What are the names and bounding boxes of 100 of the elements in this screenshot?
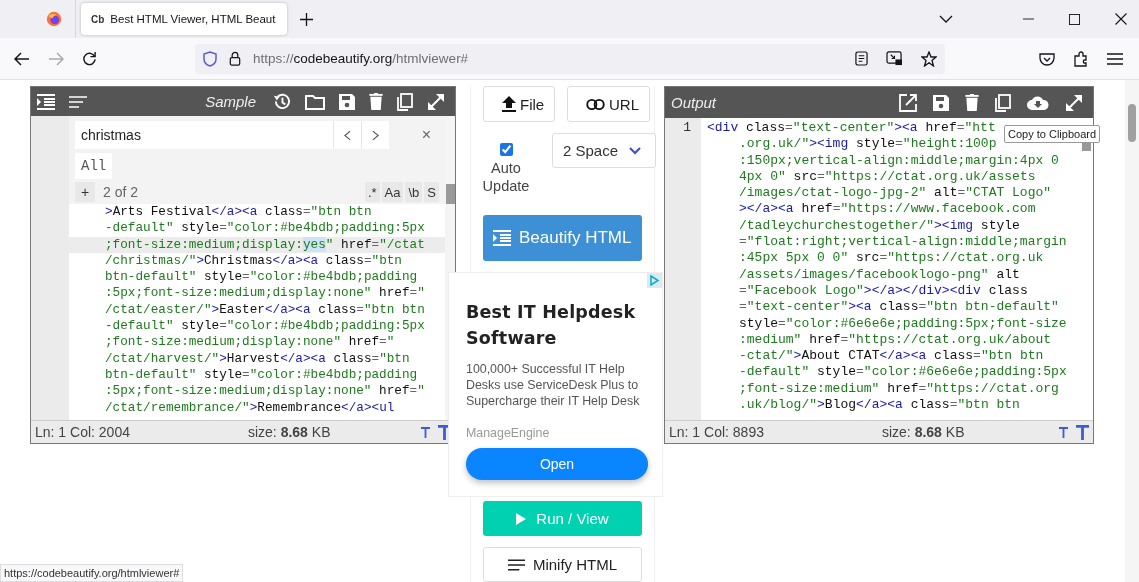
cursor-position: Ln: 1 Col: 8893 bbox=[669, 424, 764, 440]
code-line: /ctat/easter/">Easter</a><a class="btn btn bbox=[104, 301, 426, 319]
puzzle-icon[interactable] bbox=[1073, 50, 1089, 67]
code-line: -default" style="color:#be4bdb;padding:5px bbox=[104, 318, 426, 335]
cloud-download-icon[interactable] bbox=[1027, 95, 1049, 110]
url-text[interactable]: https://codebeautify.org/htmlviewer# bbox=[253, 51, 469, 66]
sample-link[interactable]: Sample bbox=[205, 93, 256, 110]
new-tab-icon[interactable] bbox=[300, 12, 313, 26]
auto-update-checkbox[interactable] bbox=[499, 143, 513, 156]
file-button[interactable]: File bbox=[483, 86, 556, 122]
code-line: /ctat/remembrance/">Remembrance</a><ul bbox=[104, 399, 396, 416]
text-size-icon[interactable] bbox=[1059, 426, 1068, 438]
code-line: /ctat/harvest/">Harvest</a><a class="btn bbox=[104, 350, 411, 367]
search-option-toggle[interactable]: \b bbox=[405, 182, 423, 202]
code-line: 4px 0" src="https://ctat.org.uk/assets bbox=[738, 168, 1036, 186]
code-line: /christmas/">Christmas</a><a class="btn bbox=[104, 252, 403, 270]
search-option-toggle[interactable]: S bbox=[424, 182, 439, 202]
file-size: size: 8.68 KB bbox=[881, 424, 965, 440]
all-toggle[interactable]: All bbox=[75, 153, 113, 179]
code-line: <div class="text-center"><a href="htt bbox=[707, 120, 996, 137]
code-line: -default" style="color:#be4bdb;padding:5px bbox=[104, 220, 426, 237]
indent-icon[interactable] bbox=[37, 93, 55, 110]
text-size-icon[interactable] bbox=[421, 426, 430, 438]
advertiser-name: ManageEngine bbox=[466, 426, 551, 440]
code-line: btn-default" style="color:#be4bdb;padding bbox=[104, 366, 419, 384]
ad-text: 100,000+ Successful IT Help Desks use ServiceDesk Plus to Supercharge their IT Help Desk bbox=[466, 361, 641, 409]
favicon: Cb bbox=[91, 13, 105, 25]
ad-title[interactable]: Best IT Helpdesk Software bbox=[466, 299, 646, 351]
code-line: /tadleychurchestogether/"><img style bbox=[738, 217, 1020, 235]
shield-icon[interactable] bbox=[203, 50, 217, 67]
tooltip: Copy to Clipboard bbox=[1004, 125, 1101, 143]
indent-icon bbox=[493, 230, 511, 246]
save-icon[interactable] bbox=[339, 93, 355, 110]
code-line: ="float:right;vertical-align:middle;margin bbox=[738, 234, 1067, 251]
code-line: .uk/blog/">Blog</a><a class="btn btn bbox=[738, 397, 1020, 414]
code-line: /assets/images/facebooklogo-png" alt bbox=[738, 266, 1020, 283]
code-line: -ctat/">About CTAT</a><a class="btn btn bbox=[738, 348, 1044, 365]
text-size-icon[interactable] bbox=[438, 424, 451, 440]
page-scrollbar-thumb[interactable] bbox=[1128, 104, 1136, 142]
search-option-toggle[interactable]: .* bbox=[364, 182, 380, 202]
code-line: style="color:#6e6e6e;padding:5px;font-size bbox=[738, 315, 1067, 332]
minify-button[interactable]: Minify HTML bbox=[483, 547, 642, 582]
reload-icon[interactable] bbox=[82, 51, 97, 66]
expand-icon[interactable] bbox=[1065, 93, 1083, 112]
trash-icon[interactable] bbox=[965, 94, 979, 111]
history-icon[interactable] bbox=[272, 92, 291, 111]
indent-dropdown[interactable]: 2 Space bbox=[552, 133, 656, 168]
copy-icon[interactable] bbox=[397, 92, 413, 111]
output-title: Output bbox=[671, 94, 717, 111]
chevron-down-icon[interactable] bbox=[939, 15, 953, 23]
code-line: ;font-size:medium" href="https://ctat.org bbox=[738, 380, 1059, 398]
address-bar[interactable]: https://codebeautify.org/htmlviewer# bbox=[195, 43, 945, 74]
code-line: :150px;vertical-align:middle;margin:4px 0 bbox=[738, 152, 1059, 169]
expand-icon[interactable] bbox=[427, 92, 445, 111]
url-button[interactable]: URL bbox=[567, 86, 650, 122]
scrollbar-thumb[interactable] bbox=[446, 184, 455, 204]
chevron-left-icon bbox=[344, 129, 351, 141]
code-line: >Arts Festival</a><a class="btn btn bbox=[104, 204, 373, 221]
picture-in-picture-icon[interactable] bbox=[886, 51, 903, 66]
line-number: 1 bbox=[682, 119, 692, 137]
firefox-icon[interactable] bbox=[46, 11, 62, 27]
code-line: :45px 5px 0 0" src="https://ctat.org.uk bbox=[738, 250, 1044, 267]
code-line: ="Facebook Logo"></a></div><div class bbox=[738, 282, 1028, 300]
folder-icon[interactable] bbox=[305, 93, 325, 110]
save-icon[interactable] bbox=[933, 94, 949, 111]
chevron-down-icon bbox=[629, 146, 641, 155]
play-icon bbox=[516, 512, 527, 525]
code-line: :5px;font-size:medium;display:none" href=" bbox=[104, 383, 426, 400]
upload-icon bbox=[502, 96, 516, 112]
code-line: btn-default" style="color:#be4bdb;padding bbox=[104, 269, 419, 286]
trash-icon[interactable] bbox=[369, 93, 383, 110]
lock-icon[interactable] bbox=[229, 51, 241, 66]
browser-tab[interactable]: Cb Best HTML Viewer, HTML Beaut bbox=[81, 3, 287, 35]
maximize-icon[interactable] bbox=[1069, 13, 1080, 25]
match-count: 2 of 2 bbox=[103, 184, 139, 200]
file-size: size: 8.68 KB bbox=[247, 424, 331, 440]
pocket-icon[interactable] bbox=[1039, 51, 1055, 66]
menu-icon[interactable] bbox=[1107, 52, 1123, 65]
close-icon[interactable] bbox=[1115, 13, 1127, 25]
search-option-toggle[interactable]: Aa bbox=[381, 182, 404, 202]
text-size-icon[interactable] bbox=[1076, 424, 1089, 440]
code-line: ="text-center"><a class="btn btn-default" bbox=[738, 299, 1059, 316]
search-field[interactable]: christmas bbox=[75, 121, 333, 149]
status-url: https://codebeautify.org/htmlviewer# bbox=[0, 564, 184, 582]
back-icon[interactable] bbox=[14, 51, 30, 66]
star-icon[interactable] bbox=[921, 50, 937, 67]
external-link-icon[interactable] bbox=[899, 93, 917, 112]
align-left-icon bbox=[507, 558, 525, 571]
code-line: -default" style="color:#6e6e6e;padding:5px bbox=[738, 364, 1067, 381]
open-button[interactable]: Open bbox=[466, 448, 648, 480]
chevron-right-icon bbox=[372, 129, 379, 141]
reader-view-icon[interactable] bbox=[855, 51, 868, 66]
auto-update-label: Auto Update bbox=[481, 159, 531, 195]
tab-title: Best HTML Viewer, HTML Beaut bbox=[110, 13, 276, 25]
add-button[interactable]: + bbox=[75, 182, 95, 202]
close-search-button[interactable]: × bbox=[421, 126, 431, 144]
code-line: ;font-size:medium;display:none" href=" bbox=[104, 334, 396, 351]
align-left-icon[interactable] bbox=[69, 95, 87, 108]
copy-icon[interactable] bbox=[995, 93, 1011, 112]
code-line: .org.uk/"><img style="height:100p bbox=[738, 136, 997, 153]
